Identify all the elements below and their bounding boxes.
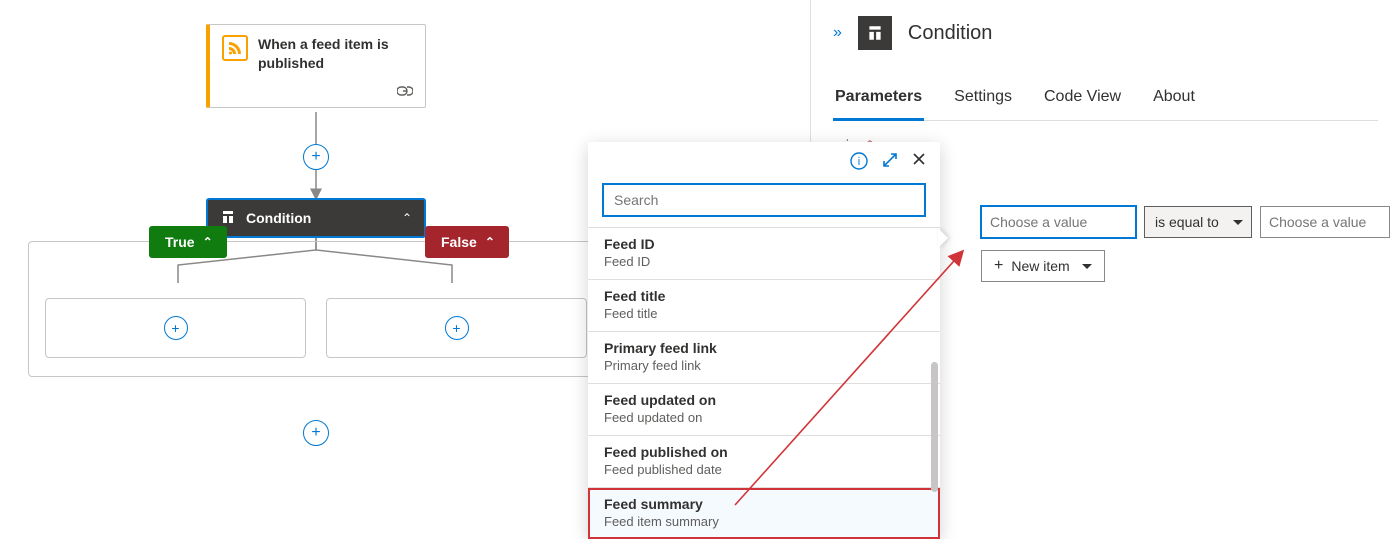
tab-code-view[interactable]: Code View <box>1042 80 1123 120</box>
tab-parameters[interactable]: Parameters <box>833 80 924 121</box>
condition-rule-row: is equal to ⋯ <box>981 206 1378 238</box>
branch-tag-true[interactable]: True ⌃ <box>149 226 227 258</box>
condition-card[interactable]: Condition ⌃ <box>206 198 426 238</box>
scrollbar-thumb[interactable] <box>931 362 938 492</box>
new-item-button[interactable]: New item <box>981 250 1105 282</box>
flyout-pointer <box>938 228 958 248</box>
expand-icon[interactable] <box>882 152 898 173</box>
dynamic-content-list[interactable]: Feed ID Feed ID Feed title Feed title Pr… <box>588 227 940 539</box>
trigger-card[interactable]: When a feed item is published <box>206 24 426 108</box>
operator-label: is equal to <box>1155 214 1219 230</box>
list-item-feed-summary[interactable]: Feed summary Feed item summary <box>588 488 940 539</box>
list-item[interactable]: Feed title Feed title <box>588 280 940 332</box>
add-step-button-top[interactable]: + <box>303 144 329 170</box>
list-item[interactable]: Feed published on Feed published date <box>588 436 940 488</box>
close-icon[interactable] <box>912 152 926 173</box>
list-item[interactable]: Feed updated on Feed updated on <box>588 384 940 436</box>
dynamic-content-flyout: i Feed ID Feed ID Feed title Feed title … <box>588 142 940 539</box>
branch-false-label: False <box>441 234 477 250</box>
branch-container: True ⌃ False ⌃ + + <box>28 241 604 377</box>
panel-tabs: Parameters Settings Code View About <box>833 80 1378 121</box>
tab-settings[interactable]: Settings <box>952 80 1014 120</box>
add-action-false[interactable]: + <box>445 316 469 340</box>
condition-icon <box>858 16 892 50</box>
info-icon[interactable]: i <box>850 152 868 173</box>
rss-icon <box>222 35 248 61</box>
left-value-input[interactable] <box>981 206 1136 238</box>
operator-select[interactable]: is equal to <box>1144 206 1252 238</box>
chevron-up-icon: ⌃ <box>402 211 412 225</box>
link-icon[interactable] <box>397 83 413 99</box>
condition-icon <box>220 209 236 228</box>
chevron-up-icon: ⌃ <box>203 235 213 249</box>
collapse-panel-icon[interactable]: » <box>833 24 842 42</box>
branch-box-false: + <box>326 298 587 358</box>
add-action-true[interactable]: + <box>164 316 188 340</box>
branch-box-true: + <box>45 298 306 358</box>
add-step-button-bottom[interactable]: + <box>303 420 329 446</box>
branch-true-label: True <box>165 234 195 250</box>
dynamic-content-search[interactable] <box>602 183 926 217</box>
right-value-input[interactable] <box>1260 206 1390 238</box>
condition-label: Condition <box>246 210 392 226</box>
chevron-up-icon: ⌃ <box>485 235 495 249</box>
tab-about[interactable]: About <box>1151 80 1197 120</box>
branch-tag-false[interactable]: False ⌃ <box>425 226 509 258</box>
trigger-title: When a feed item is published <box>258 35 413 73</box>
list-item[interactable]: Feed ID Feed ID <box>588 228 940 280</box>
new-item-label: New item <box>1011 258 1069 274</box>
panel-title: Condition <box>908 22 993 45</box>
svg-text:i: i <box>858 156 860 168</box>
list-item[interactable]: Primary feed link Primary feed link <box>588 332 940 384</box>
